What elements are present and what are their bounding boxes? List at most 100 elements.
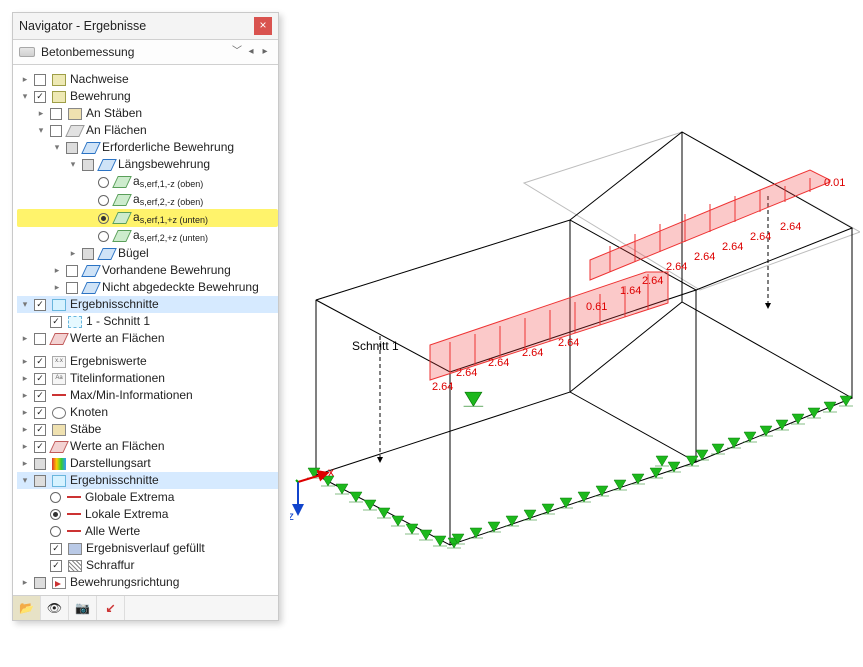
checkbox[interactable]	[34, 577, 46, 589]
checkbox[interactable]: ✓	[34, 299, 46, 311]
label: Bewehrung	[69, 88, 131, 105]
tree-item-erforderliche-bewehrung[interactable]: ▾ Erforderliche Bewehrung	[17, 139, 278, 156]
expander-icon[interactable]: ▸	[19, 455, 31, 472]
expander-icon[interactable]: ▸	[19, 370, 31, 387]
expander-icon[interactable]: ▸	[19, 387, 31, 404]
label: Werte an Flächen	[69, 438, 165, 455]
checkbox[interactable]: ✓	[34, 356, 46, 368]
tree-item-werte-an-flaechen[interactable]: ▸ Werte an Flächen	[17, 330, 278, 347]
checkbox[interactable]	[34, 74, 46, 86]
checkbox[interactable]	[50, 108, 62, 120]
tree-item-ergebnisschnitte-display[interactable]: ▾ Ergebnisschnitte	[17, 472, 278, 489]
footer-btn-results[interactable]: ↙	[97, 596, 125, 620]
checkbox[interactable]: ✓	[50, 316, 62, 328]
tree-item-verlauf-gefuellt[interactable]: ✓ Ergebnisverlauf gefüllt	[17, 540, 278, 557]
expander-icon[interactable]: ▸	[19, 421, 31, 438]
expander-icon[interactable]: ▸	[19, 71, 31, 88]
checkbox[interactable]: ✓	[50, 560, 62, 572]
radio[interactable]	[50, 509, 61, 520]
tree-item-werte-an-flaechen-2[interactable]: ▸ ✓ Werte an Flächen	[17, 438, 278, 455]
checkbox[interactable]: ✓	[34, 373, 46, 385]
label: Ergebniswerte	[69, 353, 147, 370]
layer-icon	[97, 248, 117, 260]
checkbox[interactable]: ✓	[34, 390, 46, 402]
radio[interactable]	[98, 177, 109, 188]
tree-item-ergebniswerte[interactable]: ▸ ✓ x.x Ergebniswerte	[17, 353, 278, 370]
chevron-down-icon[interactable]: ﹀	[230, 44, 244, 60]
checkbox[interactable]: ✓	[34, 407, 46, 419]
tree-item-an-staeben[interactable]: ▸ An Stäben	[17, 105, 278, 122]
checkbox[interactable]: ✓	[34, 441, 46, 453]
tree-item-vorhandene-bewehrung[interactable]: ▸ Vorhandene Bewehrung	[17, 262, 278, 279]
result-category-selector[interactable]: Betonbemessung ﹀ ◂ ▸	[13, 40, 278, 65]
tree-item-globale-extrema[interactable]: Globale Extrema	[17, 489, 278, 506]
tree-item-bewehrungsrichtung[interactable]: ▸ Bewehrungsrichtung	[17, 574, 278, 591]
tree-item-as1-minus-z[interactable]: as,erf,1,-z (oben)	[17, 173, 278, 191]
expander-icon[interactable]: ▸	[19, 574, 31, 591]
section-icon	[68, 316, 82, 328]
checkbox[interactable]	[66, 282, 78, 294]
svg-text:2.64: 2.64	[722, 241, 743, 253]
tree-item-laengsbewehrung[interactable]: ▾ Längsbewehrung	[17, 156, 278, 173]
tree-item-as2-plus-z[interactable]: as,erf,2,+z (unten)	[17, 227, 278, 245]
close-icon[interactable]: ×	[254, 17, 272, 35]
expander-icon[interactable]: ▾	[19, 472, 31, 489]
tree-item-as1-plus-z[interactable]: as,erf,1,+z (unten)	[17, 209, 278, 227]
expander-icon[interactable]: ▾	[19, 88, 31, 105]
label: as,erf,2,+z (unten)	[132, 227, 208, 245]
checkbox[interactable]	[34, 458, 46, 470]
tree-item-knoten[interactable]: ▸ ✓ Knoten	[17, 404, 278, 421]
checkbox[interactable]	[82, 159, 94, 171]
radio[interactable]	[98, 231, 109, 242]
tree-item-as2-minus-z[interactable]: as,erf,2,-z (oben)	[17, 191, 278, 209]
expander-icon[interactable]: ▸	[67, 245, 79, 262]
expander-icon[interactable]: ▸	[19, 438, 31, 455]
tree-item-alle-werte[interactable]: Alle Werte	[17, 523, 278, 540]
expander-icon[interactable]: ▸	[19, 404, 31, 421]
expander-icon[interactable]: ▸	[35, 105, 47, 122]
checkbox[interactable]	[34, 333, 46, 345]
tree-item-bewehrung[interactable]: ▾ ✓ Bewehrung	[17, 88, 278, 105]
expander-icon[interactable]: ▾	[67, 156, 79, 173]
tree-item-nachweise[interactable]: ▸ Nachweise	[17, 71, 278, 88]
tree-item-maxmin[interactable]: ▸ ✓ Max/Min-Informationen	[17, 387, 278, 404]
checkbox[interactable]	[50, 125, 62, 137]
maxmin-icon	[52, 390, 66, 402]
radio[interactable]	[50, 526, 61, 537]
checkbox[interactable]: ✓	[50, 543, 62, 555]
footer-btn-camera[interactable]: 📷	[69, 596, 97, 620]
results-tree: ▸ Nachweise ▾ ✓ Bewehrung ▸ An Stäben	[13, 65, 278, 595]
tree-item-ergebnisschnitte[interactable]: ▾ ✓ Ergebnisschnitte	[17, 296, 278, 313]
expander-icon[interactable]: ▸	[19, 330, 31, 347]
tree-item-nicht-abgedeckt[interactable]: ▸ Nicht abgedeckte Bewehrung	[17, 279, 278, 296]
radio[interactable]	[98, 195, 109, 206]
footer-btn-explorer[interactable]: 📂	[13, 596, 41, 620]
expander-icon[interactable]: ▸	[51, 279, 63, 296]
tree-item-schnitt-1[interactable]: ✓ 1 - Schnitt 1	[17, 313, 278, 330]
tree-item-schraffur[interactable]: ✓ Schraffur	[17, 557, 278, 574]
checkbox[interactable]: ✓	[34, 424, 46, 436]
tree-item-an-flaechen[interactable]: ▾ An Flächen	[17, 122, 278, 139]
expander-icon[interactable]: ▾	[51, 139, 63, 156]
model-viewport[interactable]: Schnitt 1 2.64 2.64 2.64 2.64 2.64 0.61 …	[290, 10, 863, 667]
radio[interactable]	[50, 492, 61, 503]
svg-text:0.01: 0.01	[824, 177, 845, 189]
expander-icon[interactable]: ▸	[51, 262, 63, 279]
next-button[interactable]: ▸	[258, 44, 272, 60]
expander-icon[interactable]: ▾	[35, 122, 47, 139]
expander-icon[interactable]: ▾	[19, 296, 31, 313]
radio[interactable]	[98, 213, 109, 224]
expander-icon[interactable]: ▸	[19, 353, 31, 370]
checkbox[interactable]	[66, 142, 78, 154]
tree-item-darstellungsart[interactable]: ▸ Darstellungsart	[17, 455, 278, 472]
prev-button[interactable]: ◂	[244, 44, 258, 60]
tree-item-staebe[interactable]: ▸ ✓ Stäbe	[17, 421, 278, 438]
footer-btn-visibility[interactable]: 👁	[41, 596, 69, 620]
checkbox[interactable]	[82, 248, 94, 260]
checkbox[interactable]: ✓	[34, 91, 46, 103]
tree-item-titelinformationen[interactable]: ▸ ✓ Aa Titelinformationen	[17, 370, 278, 387]
checkbox[interactable]	[34, 475, 46, 487]
checkbox[interactable]	[66, 265, 78, 277]
tree-item-buegel[interactable]: ▸ Bügel	[17, 245, 278, 262]
tree-item-lokale-extrema[interactable]: Lokale Extrema	[17, 506, 278, 523]
